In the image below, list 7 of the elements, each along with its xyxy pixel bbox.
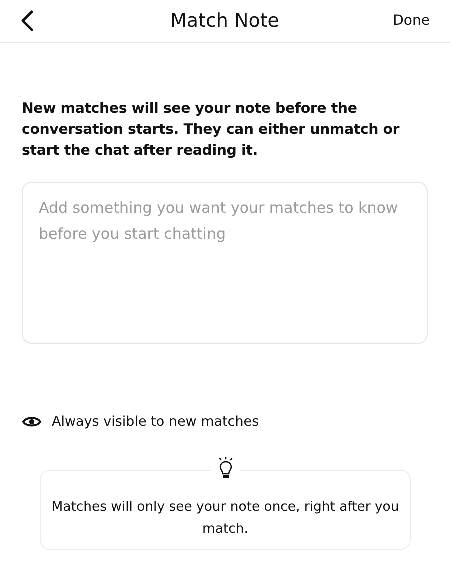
- eye-icon: [22, 415, 42, 429]
- intro-text: New matches will see your note before the conversation starts. They can either unmatch or start the chat after reading it.: [22, 100, 401, 161]
- tip-text: Matches will only see your note once, right after you match.: [51, 499, 400, 539]
- note-field[interactable]: Add something you want your matches to know before you start chatting: [22, 182, 428, 344]
- visibility-label: Always visible to new matches: [52, 414, 260, 430]
- screen-title: Match Note: [170, 10, 280, 32]
- done-button[interactable]: Done: [393, 11, 430, 31]
